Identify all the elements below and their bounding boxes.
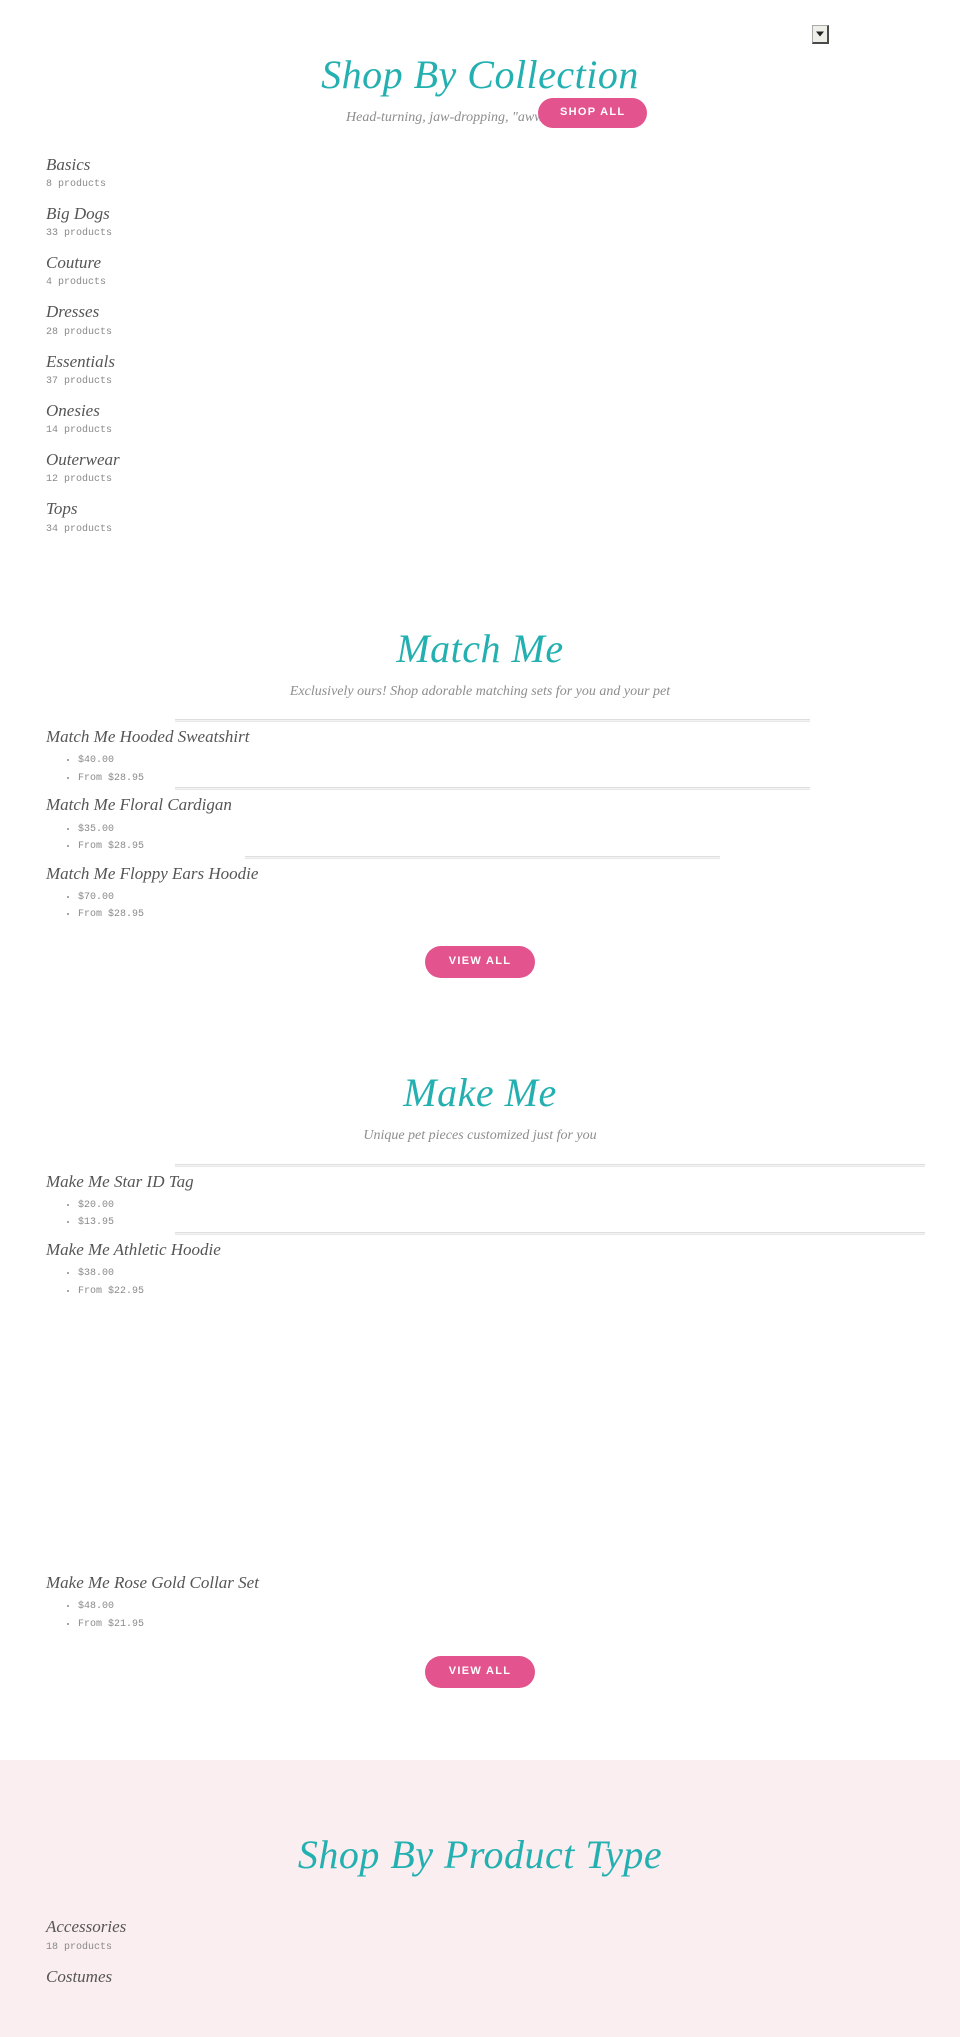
collection-link[interactable]: Onesies xyxy=(46,400,960,421)
list-item[interactable]: Accessories 18 products xyxy=(46,1916,960,1955)
match-me-product-list: Match Me Hooded Sweatshirt $40.00 From $… xyxy=(0,719,960,924)
make-me-title: Make Me xyxy=(403,1069,557,1115)
price-regular: $48.00 xyxy=(78,1598,960,1616)
product-title-link[interactable]: Make Me Rose Gold Collar Set xyxy=(0,1572,960,1593)
price-regular: $38.00 xyxy=(78,1265,960,1283)
product-type-list: Accessories 18 products Costumes xyxy=(0,1916,960,1987)
collection-count: 34 products xyxy=(46,523,113,535)
price-regular: $40.00 xyxy=(78,752,960,770)
price-list: $40.00 From $28.95 xyxy=(0,752,960,787)
price-regular: $20.00 xyxy=(78,1197,960,1215)
product-title-link[interactable]: Match Me Floral Cardigan xyxy=(0,794,960,815)
price-regular: $35.00 xyxy=(78,821,960,839)
list-item[interactable]: Dresses 28 products xyxy=(46,301,960,340)
collection-count: 33 products xyxy=(46,228,113,240)
list-item[interactable]: Make Me Athletic Hoodie $38.00 From $22.… xyxy=(0,1231,960,1300)
list-item[interactable]: Couture 4 products xyxy=(46,252,960,291)
match-me-section: Match Me Exclusively ours! Shop adorable… xyxy=(0,548,960,978)
make-me-view-all-button[interactable]: VIEW ALL xyxy=(424,1656,536,1689)
list-item[interactable]: Outerwear 12 products xyxy=(46,449,960,488)
list-item[interactable]: Big Dogs 33 products xyxy=(46,203,960,242)
shop-by-collection-section: Shop By Collection Head-turning, jaw-dro… xyxy=(0,0,960,538)
product-type-link[interactable]: Accessories xyxy=(46,1916,960,1937)
collection-list: Basics 8 products Big Dogs 33 products C… xyxy=(0,154,960,538)
page-title: Shop By Collection xyxy=(321,52,639,97)
product-image-placeholder xyxy=(175,719,810,723)
collection-link[interactable]: Essentials xyxy=(46,351,960,372)
shop-by-collection-subtitle: Head-turning, jaw-dropping, "awww"-inspi… xyxy=(346,110,614,125)
list-item[interactable]: Tops 34 products xyxy=(46,498,960,537)
price-from: From $28.95 xyxy=(78,770,960,788)
product-type-link[interactable]: Costumes xyxy=(46,1966,960,1987)
list-item[interactable]: Costumes xyxy=(46,1966,960,1987)
shop-by-product-type-title: Shop By Product Type xyxy=(297,1832,663,1878)
price-regular: $70.00 xyxy=(78,889,960,907)
price-sale: $13.95 xyxy=(78,1214,960,1232)
collection-link[interactable]: Basics xyxy=(46,154,960,175)
list-item[interactable]: Make Me Rose Gold Collar Set $48.00 From… xyxy=(0,1572,960,1633)
product-image-placeholder xyxy=(245,855,720,859)
product-type-count: 18 products xyxy=(46,1941,113,1953)
make-me-section: Make Me Unique pet pieces customized jus… xyxy=(0,978,960,1689)
collection-link[interactable]: Big Dogs xyxy=(46,203,960,224)
product-title-link[interactable]: Make Me Athletic Hoodie xyxy=(0,1239,960,1260)
collection-count: 12 products xyxy=(46,474,113,486)
price-list: $38.00 From $22.95 xyxy=(0,1265,960,1300)
list-item[interactable]: Make Me Star ID Tag $20.00 $13.95 xyxy=(0,1163,960,1232)
match-me-title: Match Me xyxy=(396,625,564,671)
price-list: $35.00 From $28.95 xyxy=(0,821,960,856)
product-title-link[interactable]: Make Me Star ID Tag xyxy=(0,1171,960,1192)
list-item[interactable]: Match Me Floppy Ears Hoodie $70.00 From … xyxy=(0,855,960,924)
collection-count: 4 products xyxy=(46,277,107,289)
match-me-subtitle: Exclusively ours! Shop adorable matching… xyxy=(289,683,671,699)
make-me-product-list: Make Me Star ID Tag $20.00 $13.95 Make M… xyxy=(0,1163,960,1634)
product-title-link[interactable]: Match Me Floppy Ears Hoodie xyxy=(0,863,960,884)
product-image-placeholder xyxy=(175,1231,925,1235)
product-image-placeholder xyxy=(175,1163,925,1167)
product-title-link[interactable]: Match Me Hooded Sweatshirt xyxy=(0,726,960,747)
collection-link[interactable]: Outerwear xyxy=(46,449,960,470)
list-item[interactable]: Onesies 14 products xyxy=(46,400,960,439)
list-item[interactable]: Essentials 37 products xyxy=(46,351,960,390)
list-item[interactable]: Match Me Hooded Sweatshirt $40.00 From $… xyxy=(0,719,960,787)
price-list: $48.00 From $21.95 xyxy=(0,1598,960,1633)
match-me-view-all-button[interactable]: VIEW ALL xyxy=(424,945,536,978)
product-image-loading-gap xyxy=(0,1300,960,1568)
price-from: From $22.95 xyxy=(78,1283,960,1301)
product-image-placeholder xyxy=(175,787,810,791)
collection-link[interactable]: Tops xyxy=(46,498,960,519)
collection-count: 28 products xyxy=(46,326,113,338)
list-item[interactable]: Basics 8 products xyxy=(46,154,960,193)
collection-link[interactable]: Dresses xyxy=(46,301,960,322)
shop-by-product-type-section: Shop By Product Type Accessories 18 prod… xyxy=(0,1760,960,2037)
collection-count: 8 products xyxy=(46,178,107,190)
make-me-subtitle: Unique pet pieces customized just for yo… xyxy=(363,1127,597,1143)
price-list: $70.00 From $28.95 xyxy=(0,889,960,924)
price-from: From $21.95 xyxy=(78,1616,960,1634)
collection-link[interactable]: Couture xyxy=(46,252,960,273)
list-item[interactable]: Match Me Floral Cardigan $35.00 From $28… xyxy=(0,787,960,855)
collection-count: 37 products xyxy=(46,375,113,387)
price-from: From $28.95 xyxy=(78,906,960,924)
price-list: $20.00 $13.95 xyxy=(0,1197,960,1232)
price-from: From $28.95 xyxy=(78,838,960,856)
shop-all-button[interactable]: SHOP ALL xyxy=(538,98,648,128)
collection-count: 14 products xyxy=(46,425,113,437)
